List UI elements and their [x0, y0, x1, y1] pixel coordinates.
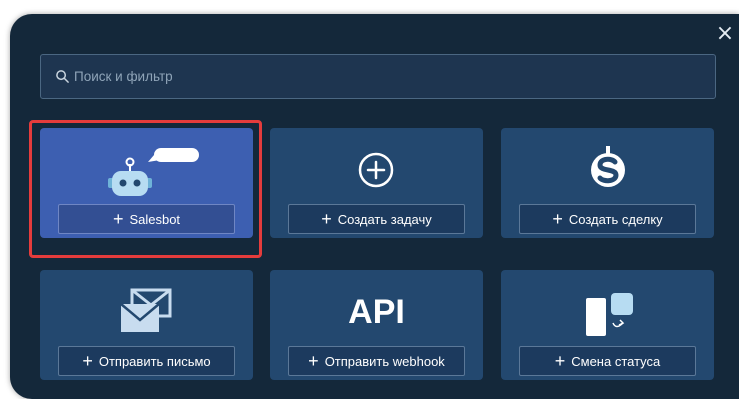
plus-icon: +: [112, 209, 124, 229]
change-status-button[interactable]: + Смена статуса: [519, 346, 696, 376]
plus-icon: +: [554, 351, 566, 371]
create-task-button[interactable]: + Создать задачу: [288, 204, 465, 234]
search-placeholder: Поиск и фильтр: [74, 69, 173, 84]
close-icon[interactable]: ×: [715, 23, 735, 45]
dollar-icon: [591, 146, 625, 187]
send-email-button[interactable]: + Отправить письмо: [58, 346, 235, 376]
search-icon: [56, 70, 69, 83]
robot-chat-icon: [108, 148, 199, 196]
status-change-icon: [586, 293, 633, 336]
add-action-modal: × Поиск и фильтр + Salesbot + Создать за…: [10, 14, 739, 399]
plus-icon: +: [82, 351, 93, 371]
send-webhook-button[interactable]: + Отправить webhook: [288, 346, 465, 376]
circle-plus-icon: [358, 152, 394, 188]
tile-send-webhook[interactable]: API + Отправить webhook: [270, 270, 483, 380]
plus-icon: +: [321, 209, 332, 229]
tile-create-deal[interactable]: + Создать сделку: [501, 128, 714, 238]
tile-label: Отправить письмо: [98, 353, 211, 369]
plus-icon: +: [308, 351, 319, 371]
tile-send-email[interactable]: + Отправить письмо: [40, 270, 253, 380]
tile-label: Salesbot: [129, 211, 181, 227]
tile-create-task[interactable]: + Создать задачу: [270, 128, 483, 238]
api-icon: API: [348, 293, 405, 331]
tile-label: Создать задачу: [337, 211, 432, 227]
plus-icon: +: [552, 209, 563, 229]
search-input[interactable]: Поиск и фильтр: [40, 54, 716, 99]
create-deal-button[interactable]: + Создать сделку: [519, 204, 696, 234]
envelope-icon: [120, 288, 172, 332]
tile-salesbot[interactable]: + Salesbot: [40, 128, 253, 238]
tile-label: Отправить webhook: [324, 353, 445, 369]
tile-label: Смена статуса: [571, 353, 661, 369]
tile-change-status[interactable]: + Смена статуса: [501, 270, 714, 380]
tile-label: Создать сделку: [568, 211, 663, 227]
add-salesbot-button[interactable]: + Salesbot: [58, 204, 235, 234]
